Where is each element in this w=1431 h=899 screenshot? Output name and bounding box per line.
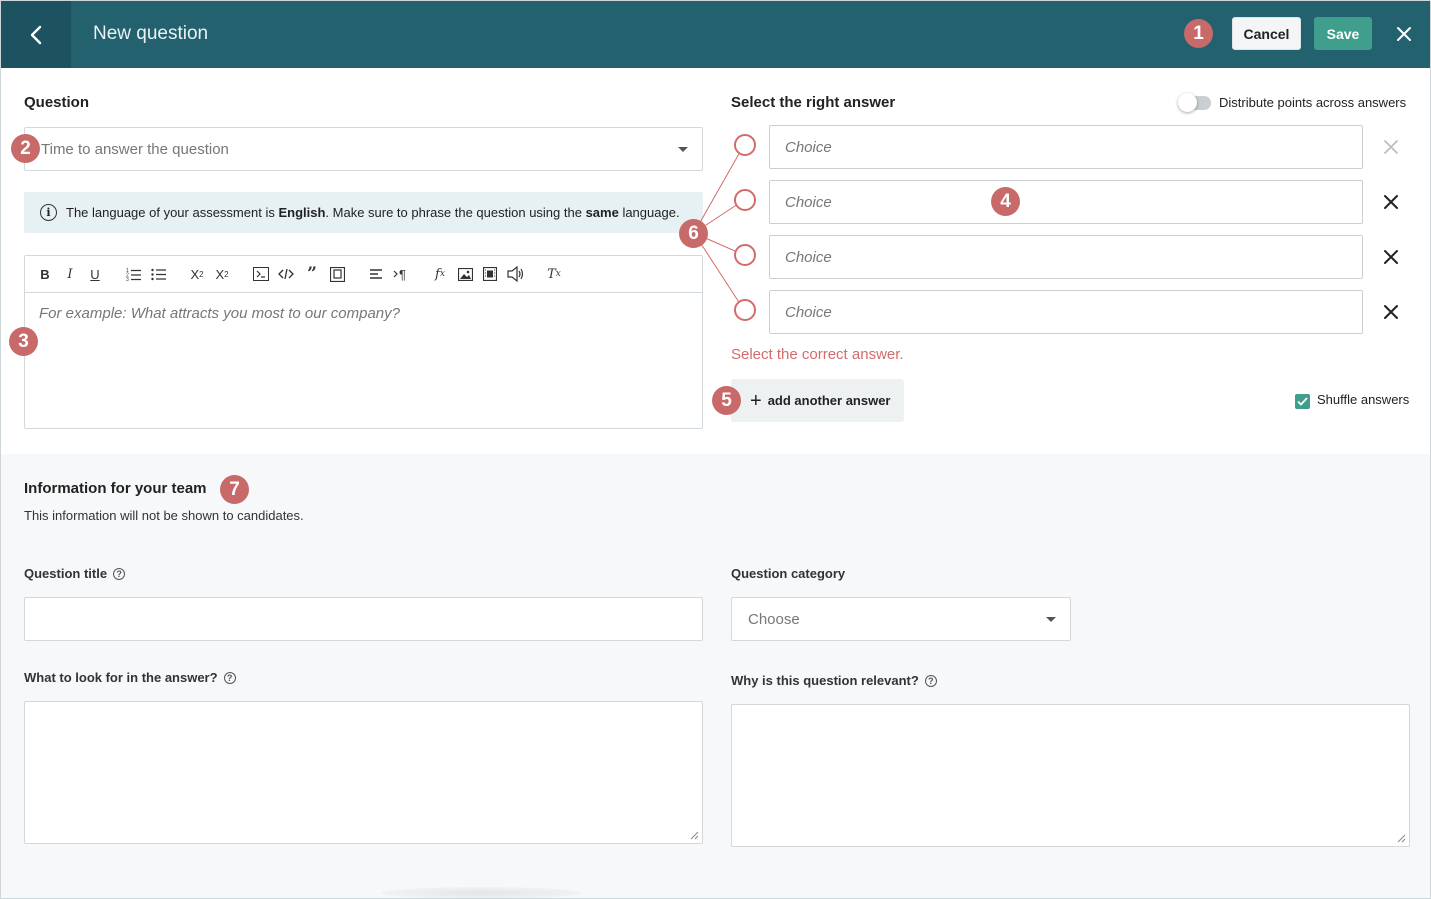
answer-radio[interactable] [734,134,756,156]
question-title-input[interactable] [24,597,703,641]
time-to-answer-select[interactable]: Time to answer the question [24,127,703,171]
image-icon[interactable] [457,264,473,284]
language-info-text: The language of your assessment is Engli… [66,205,680,220]
add-answer-button[interactable]: + add another answer [731,379,904,422]
marker-3: 3 [9,327,38,356]
svg-text:3: 3 [126,277,129,281]
question-category-select[interactable]: Choose [731,597,1071,641]
numbered-list-icon[interactable]: 123 [126,264,142,284]
marker-6: 6 [679,219,708,248]
caret-down-icon [1046,617,1056,622]
back-button[interactable] [1,1,71,68]
marker-7: 7 [220,475,249,504]
relevance-label: Why is this question relevant?? [731,673,937,688]
toggle-knob [1178,93,1197,112]
bulleted-list-icon[interactable] [151,264,167,284]
save-button[interactable]: Save [1314,17,1372,50]
remove-choice-icon[interactable] [1382,193,1400,211]
bold-icon[interactable]: B [37,264,53,284]
close-icon[interactable] [1393,23,1415,45]
remove-choice-icon[interactable] [1382,138,1400,156]
choice-input[interactable]: Choice [769,235,1363,279]
source-icon[interactable] [329,264,345,284]
answer-error-text: Select the correct answer. [731,346,904,363]
superscript-icon[interactable]: X2 [214,264,230,284]
answer-radio[interactable] [734,189,756,211]
help-icon[interactable]: ? [924,674,937,687]
marker-1: 1 [1184,19,1213,48]
resize-handle-icon[interactable] [690,831,699,840]
scroll-shadow [381,887,581,898]
text-direction-icon[interactable]: ¶ [393,264,409,284]
question-category-label: Question category [731,566,846,581]
plus-icon: + [750,389,762,412]
marker-4: 4 [991,187,1020,216]
remove-choice-icon[interactable] [1382,303,1400,321]
formula-icon[interactable]: fx [432,264,448,284]
resize-handle-icon[interactable] [1397,834,1406,843]
question-label: Question [24,94,90,111]
remove-choice-icon[interactable] [1382,248,1400,266]
question-category-value: Choose [748,610,800,628]
question-editor-window: New question Cancel Save Question Time t… [0,0,1431,899]
audio-icon[interactable] [507,264,525,284]
subscript-icon[interactable]: X2 [189,264,205,284]
team-info-subtext: This information will not be shown to ca… [24,508,304,523]
shuffle-answers-label: Shuffle answers [1317,392,1410,407]
team-info-heading: Information for your team [24,480,207,497]
question-editor[interactable]: B I U 123 X2 X2 ” ¶ f x T x For example:… [24,255,703,429]
answer-radio[interactable] [734,299,756,321]
svg-text:¶: ¶ [399,267,406,281]
align-icon[interactable] [368,264,384,284]
choice-input[interactable]: Choice [769,290,1363,334]
check-icon [1297,397,1308,406]
look-for-textarea[interactable] [24,701,703,844]
info-icon: i [40,204,57,221]
video-icon[interactable] [482,264,498,284]
chevron-left-icon [30,25,42,44]
help-icon[interactable]: ? [113,567,126,580]
editor-toolbar: B I U 123 X2 X2 ” ¶ f x T x [25,256,702,293]
page-title: New question [93,23,209,44]
marker-2: 2 [11,134,40,163]
look-for-label: What to look for in the answer?? [24,670,236,685]
answer-radio[interactable] [734,244,756,266]
distribute-points-label: Distribute points across answers [1219,95,1407,110]
header-bar: New question Cancel Save [1,1,1430,68]
shuffle-answers-checkbox[interactable] [1295,394,1310,409]
distribute-points-toggle[interactable] [1178,93,1211,112]
caret-down-icon [678,147,688,152]
language-info-box: i The language of your assessment is Eng… [24,192,703,233]
time-to-answer-placeholder: Time to answer the question [41,140,229,158]
marker-5: 5 [712,386,741,415]
inline-code-icon[interactable] [278,264,294,284]
question-title-label: Question title? [24,566,126,581]
clear-format-icon[interactable]: Tx [546,264,562,284]
editor-placeholder: For example: What attracts you most to o… [39,305,400,322]
blockquote-icon[interactable]: ” [304,264,320,284]
answers-label: Select the right answer [731,94,896,111]
choice-input[interactable]: Choice [769,180,1363,224]
underline-icon[interactable]: U [87,264,103,284]
cancel-button[interactable]: Cancel [1232,17,1301,50]
add-answer-label: add another answer [767,393,891,408]
choice-input[interactable]: Choice [769,125,1363,169]
code-block-icon[interactable] [253,264,269,284]
help-icon[interactable]: ? [223,671,236,684]
italic-icon[interactable]: I [62,264,78,284]
relevance-textarea[interactable] [731,704,1410,847]
